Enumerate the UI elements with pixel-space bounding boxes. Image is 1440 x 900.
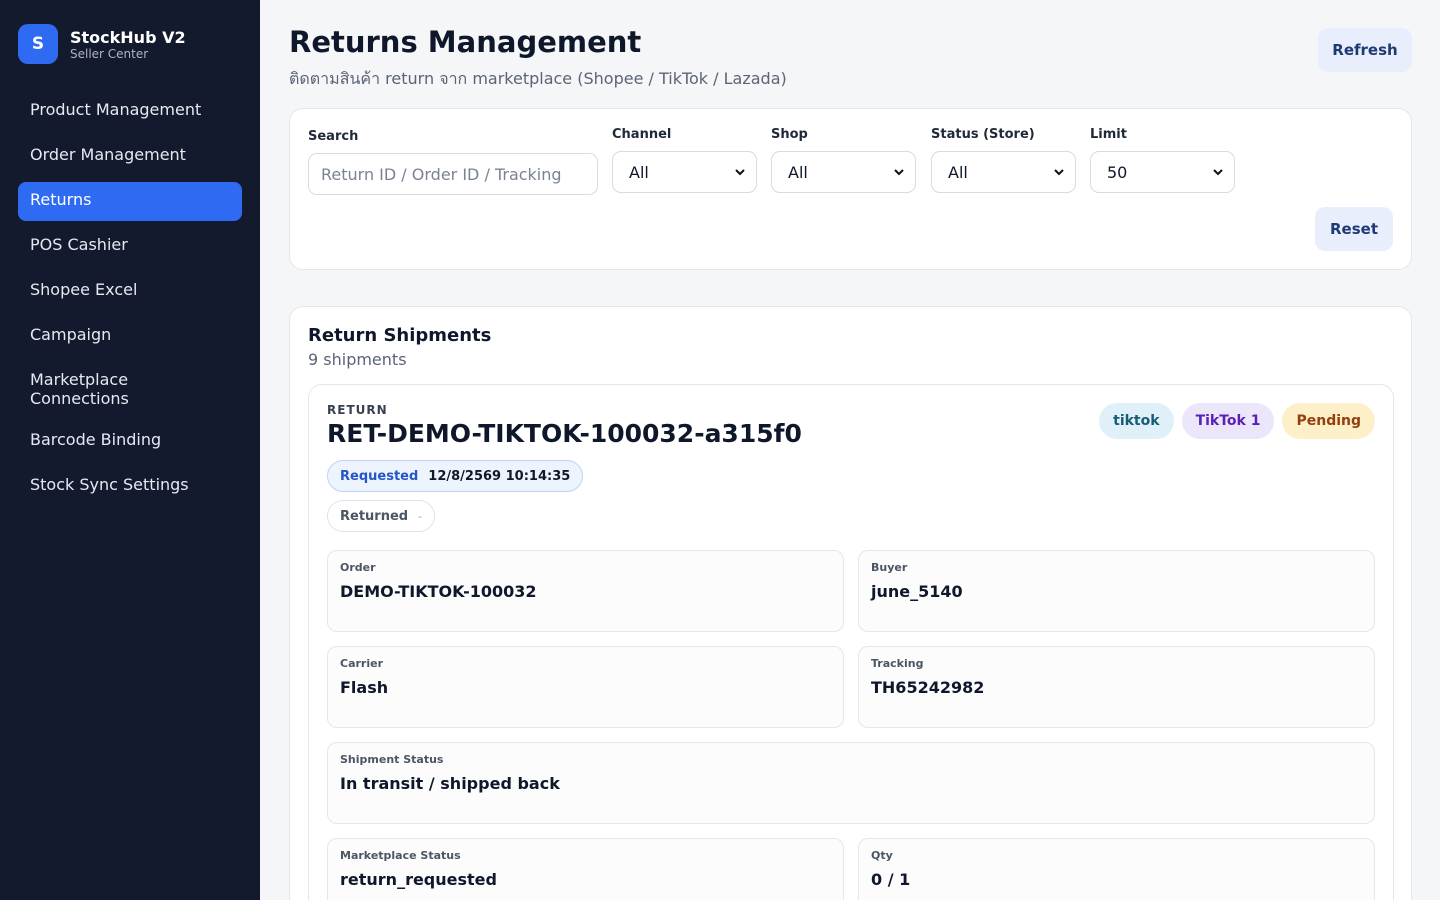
return-badges: tiktok TikTok 1 Pending xyxy=(1099,403,1375,439)
marketplace-status-value: return_requested xyxy=(340,870,497,889)
return-kicker: RETURN xyxy=(327,403,388,417)
limit-label: Limit xyxy=(1090,127,1127,142)
status-select[interactable]: All xyxy=(931,151,1076,193)
search-label: Search xyxy=(308,129,359,144)
brand-text: StockHub V2 Seller Center xyxy=(70,28,186,61)
shop-select[interactable]: All xyxy=(771,151,916,193)
carrier-field: Carrier Flash xyxy=(327,646,844,728)
carrier-value: Flash xyxy=(340,678,389,697)
brand-subtitle: Seller Center xyxy=(70,46,149,61)
return-card[interactable]: RETURN RET-DEMO-TIKTOK-100032-a315f0 tik… xyxy=(308,384,1394,900)
brand[interactable]: S StockHub V2 Seller Center xyxy=(18,24,186,64)
tracking-value: TH65242982 xyxy=(871,678,985,697)
tracking-field: Tracking TH65242982 xyxy=(858,646,1375,728)
chevron-down-icon xyxy=(735,169,745,176)
shipment-status-value: In transit / shipped back xyxy=(340,774,560,793)
sidebar-item-marketplace-connections[interactable]: Marketplace Connections xyxy=(18,362,168,416)
sidebar-nav: Product Management Order Management Retu… xyxy=(18,92,242,512)
sidebar: S StockHub V2 Seller Center Product Mana… xyxy=(0,0,260,900)
returned-label: Returned xyxy=(340,508,409,524)
tracking-label: Tracking xyxy=(871,657,924,670)
status-label: Status (Store) xyxy=(931,127,1035,142)
shipment-status-label: Shipment Status xyxy=(340,753,444,766)
requested-pill: Requested 12/8/2569 10:14:35 xyxy=(327,460,584,492)
carrier-label: Carrier xyxy=(340,657,384,670)
returned-pill: Returned - xyxy=(327,500,436,532)
refresh-button[interactable]: Refresh xyxy=(1318,28,1412,72)
marketplace-status-label: Marketplace Status xyxy=(340,849,461,862)
order-value: DEMO-TIKTOK-100032 xyxy=(340,582,537,601)
shop-badge: TikTok 1 xyxy=(1181,403,1275,439)
limit-select-value: 50 xyxy=(1107,162,1128,182)
shop-label: Shop xyxy=(771,127,808,142)
filters-panel: Search Channel All Shop All Status (Stor… xyxy=(289,108,1412,270)
chevron-down-icon xyxy=(1213,169,1223,176)
sidebar-item-returns[interactable]: Returns xyxy=(18,182,242,221)
sidebar-item-pos-cashier[interactable]: POS Cashier xyxy=(18,227,242,266)
requested-value: 12/8/2569 10:14:35 xyxy=(428,468,571,484)
buyer-value: june_5140 xyxy=(871,582,963,601)
brand-logo: S xyxy=(18,24,58,64)
return-shipments-title: Return Shipments xyxy=(308,325,492,346)
reset-button[interactable]: Reset xyxy=(1315,207,1393,251)
qty-label: Qty xyxy=(871,849,893,862)
chevron-down-icon xyxy=(1054,169,1064,176)
channel-label: Channel xyxy=(612,127,672,142)
limit-select[interactable]: 50 xyxy=(1090,151,1235,193)
page-title: Returns Management xyxy=(289,25,642,59)
qty-value: 0 / 1 xyxy=(871,870,911,889)
status-select-value: All xyxy=(948,162,968,182)
returned-value: - xyxy=(418,509,423,523)
sidebar-item-order-management[interactable]: Order Management xyxy=(18,137,242,176)
sidebar-item-product-management[interactable]: Product Management xyxy=(18,92,242,131)
shipment-status-field: Shipment Status In transit / shipped bac… xyxy=(327,742,1375,824)
sidebar-item-stock-sync-settings[interactable]: Stock Sync Settings xyxy=(18,467,242,506)
channel-select-value: All xyxy=(629,162,649,182)
return-shipments-panel: Return Shipments 9 shipments RETURN RET-… xyxy=(289,306,1412,900)
sidebar-item-campaign[interactable]: Campaign xyxy=(18,317,242,356)
status-badge: Pending xyxy=(1282,403,1375,439)
requested-label: Requested xyxy=(340,468,419,484)
qty-field: Qty 0 / 1 xyxy=(858,838,1375,900)
order-label: Order xyxy=(340,561,376,574)
order-field: Order DEMO-TIKTOK-100032 xyxy=(327,550,844,632)
page-subtitle: ติดตามสินค้า return จาก marketplace (Sho… xyxy=(289,69,787,88)
return-shipments-count: 9 shipments xyxy=(308,350,407,369)
brand-name: StockHub V2 xyxy=(70,27,186,47)
buyer-label: Buyer xyxy=(871,561,908,574)
sidebar-item-barcode-binding[interactable]: Barcode Binding xyxy=(18,422,242,461)
return-id: RET-DEMO-TIKTOK-100032-a315f0 xyxy=(327,419,802,448)
channel-badge: tiktok xyxy=(1099,403,1174,439)
marketplace-status-field: Marketplace Status return_requested xyxy=(327,838,844,900)
chevron-down-icon xyxy=(894,169,904,176)
channel-select[interactable]: All xyxy=(612,151,757,193)
buyer-field: Buyer june_5140 xyxy=(858,550,1375,632)
search-input[interactable] xyxy=(308,153,598,195)
sidebar-item-shopee-excel[interactable]: Shopee Excel xyxy=(18,272,242,311)
shop-select-value: All xyxy=(788,162,808,182)
